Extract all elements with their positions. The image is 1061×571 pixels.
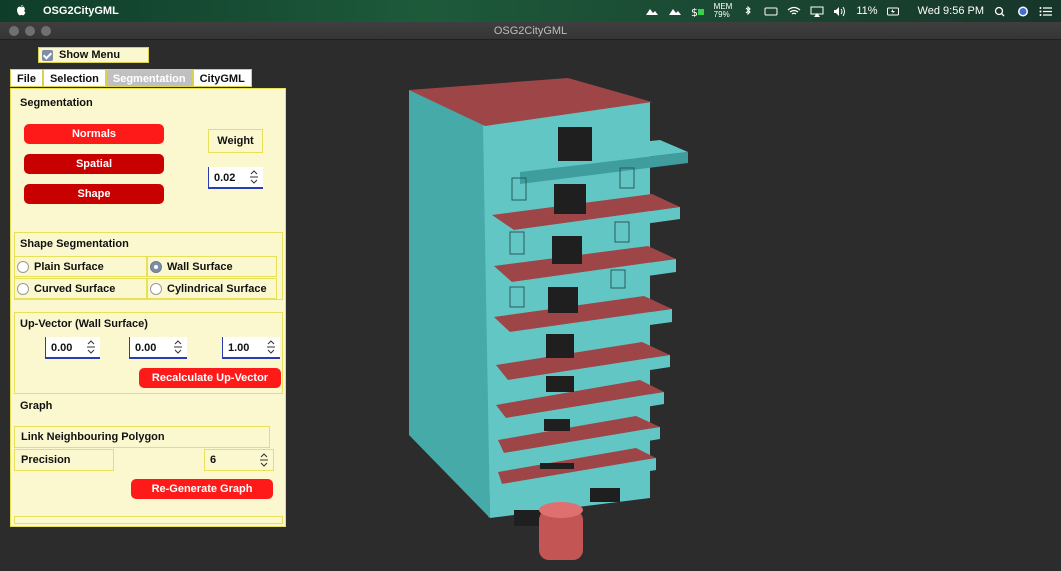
apple-logo-icon[interactable] bbox=[13, 4, 29, 18]
up-vector-y-spinbox[interactable]: 0.00 bbox=[129, 337, 187, 359]
svg-text:$: $ bbox=[691, 6, 698, 17]
link-neighbouring-polygon-label: Link Neighbouring Polygon bbox=[14, 426, 270, 448]
menubar-status-area: $ MEM 79% 11% Wed 9:56 PM bbox=[645, 0, 1053, 22]
weight-spinbox[interactable]: 0.02 bbox=[208, 167, 263, 189]
spin-arrows-icon[interactable] bbox=[86, 340, 96, 354]
money-icon[interactable]: $ bbox=[691, 6, 705, 17]
memory-indicator[interactable]: MEM 79% bbox=[714, 3, 733, 19]
memory-value: 79% bbox=[713, 10, 730, 19]
window bbox=[554, 184, 586, 214]
radio-unchecked-icon[interactable] bbox=[17, 282, 29, 295]
precision-label: Precision bbox=[14, 449, 114, 471]
up-vector-x-value: 0.00 bbox=[51, 342, 73, 354]
up-vector-z-spinbox[interactable]: 1.00 bbox=[222, 337, 280, 359]
wall-surface-radio[interactable]: Wall Surface bbox=[147, 256, 277, 277]
notification-center-icon[interactable] bbox=[1039, 6, 1053, 17]
spin-arrows-icon[interactable] bbox=[266, 340, 276, 354]
shape-segmentation-title: Shape Segmentation bbox=[20, 238, 129, 250]
graph-title: Graph bbox=[20, 400, 53, 412]
window bbox=[552, 236, 582, 264]
tab-bar: File Selection Segmentation CityGML bbox=[10, 69, 252, 87]
cloud-icon[interactable] bbox=[645, 6, 659, 17]
show-menu-checkbox[interactable]: Show Menu bbox=[38, 47, 149, 63]
spatial-button[interactable]: Spatial bbox=[24, 154, 164, 174]
show-menu-label: Show Menu bbox=[59, 49, 121, 61]
wifi-icon[interactable] bbox=[787, 6, 801, 17]
curved-surface-label: Curved Surface bbox=[34, 282, 116, 295]
radio-checked-icon[interactable] bbox=[150, 260, 162, 273]
precision-spinbox[interactable]: 6 bbox=[204, 449, 274, 471]
weight-value: 0.02 bbox=[214, 172, 236, 184]
precision-value: 6 bbox=[210, 454, 217, 466]
up-vector-x-spinbox[interactable]: 0.00 bbox=[45, 337, 100, 359]
battery-charging-icon[interactable] bbox=[886, 6, 901, 17]
shape-button[interactable]: Shape bbox=[24, 184, 164, 204]
tab-citygml[interactable]: CityGML bbox=[192, 69, 252, 87]
cylindrical-surface-label: Cylindrical Surface bbox=[167, 282, 267, 295]
recalculate-up-vector-button[interactable]: Recalculate Up-Vector bbox=[139, 368, 281, 388]
clock[interactable]: Wed 9:56 PM bbox=[918, 5, 984, 17]
window bbox=[558, 127, 592, 161]
window bbox=[546, 376, 574, 392]
up-vector-z-value: 1.00 bbox=[228, 342, 250, 354]
curved-surface-radio[interactable]: Curved Surface bbox=[14, 278, 147, 299]
spin-arrows-icon[interactable] bbox=[173, 340, 183, 354]
building-side-wall-lower bbox=[409, 90, 490, 518]
cylindrical-surface-radio[interactable]: Cylindrical Surface bbox=[147, 278, 277, 299]
menu-bar: OSG2CityGML $ MEM 79% 11% Wed 9:56 PM bbox=[0, 0, 1061, 22]
minimize-window-button[interactable] bbox=[25, 26, 35, 36]
panel-footer bbox=[14, 516, 283, 524]
tab-selection[interactable]: Selection bbox=[42, 69, 106, 87]
zoom-window-button[interactable] bbox=[41, 26, 51, 36]
app-menu-name[interactable]: OSG2CityGML bbox=[43, 5, 119, 17]
window bbox=[514, 510, 540, 526]
window bbox=[590, 488, 620, 502]
weight-label: Weight bbox=[208, 129, 263, 153]
regenerate-graph-button[interactable]: Re-Generate Graph bbox=[131, 479, 273, 499]
window bbox=[540, 463, 574, 469]
radio-unchecked-icon[interactable] bbox=[150, 282, 162, 295]
up-vector-y-value: 0.00 bbox=[135, 342, 157, 354]
radio-unchecked-icon[interactable] bbox=[17, 260, 29, 273]
spin-arrows-icon[interactable] bbox=[249, 170, 259, 184]
window-title: OSG2CityGML bbox=[493, 25, 568, 37]
window-titlebar: OSG2CityGML bbox=[0, 22, 1061, 40]
bluetooth-icon[interactable] bbox=[741, 5, 755, 17]
keyboard-icon[interactable] bbox=[764, 6, 778, 17]
tab-segmentation[interactable]: Segmentation bbox=[105, 69, 193, 87]
close-window-button[interactable] bbox=[9, 26, 19, 36]
normals-button[interactable]: Normals bbox=[24, 124, 164, 144]
siri-icon[interactable] bbox=[1016, 6, 1030, 17]
spin-arrows-icon[interactable] bbox=[259, 453, 269, 467]
window bbox=[548, 287, 578, 313]
up-vector-title: Up-Vector (Wall Surface) bbox=[20, 318, 148, 330]
entrance-cylinder-top bbox=[539, 502, 583, 518]
plain-surface-radio[interactable]: Plain Surface bbox=[14, 256, 147, 277]
segmentation-panel: Segmentation Normals Spatial Shape Weigh… bbox=[10, 88, 286, 527]
checkbox-checked-icon[interactable] bbox=[42, 49, 53, 61]
window-controls bbox=[9, 26, 51, 36]
entrance-canopy bbox=[539, 502, 583, 560]
airplay-icon[interactable] bbox=[810, 6, 824, 17]
window bbox=[544, 419, 570, 431]
segmentation-title: Segmentation bbox=[20, 97, 93, 109]
cloud-sync-icon[interactable] bbox=[668, 6, 682, 17]
window bbox=[546, 334, 574, 358]
plain-surface-label: Plain Surface bbox=[34, 260, 104, 273]
volume-icon[interactable] bbox=[833, 6, 847, 17]
wall-surface-label: Wall Surface bbox=[167, 260, 233, 273]
battery-percent[interactable]: 11% bbox=[856, 5, 877, 17]
spotlight-search-icon[interactable] bbox=[993, 6, 1007, 17]
tab-file[interactable]: File bbox=[10, 69, 43, 87]
